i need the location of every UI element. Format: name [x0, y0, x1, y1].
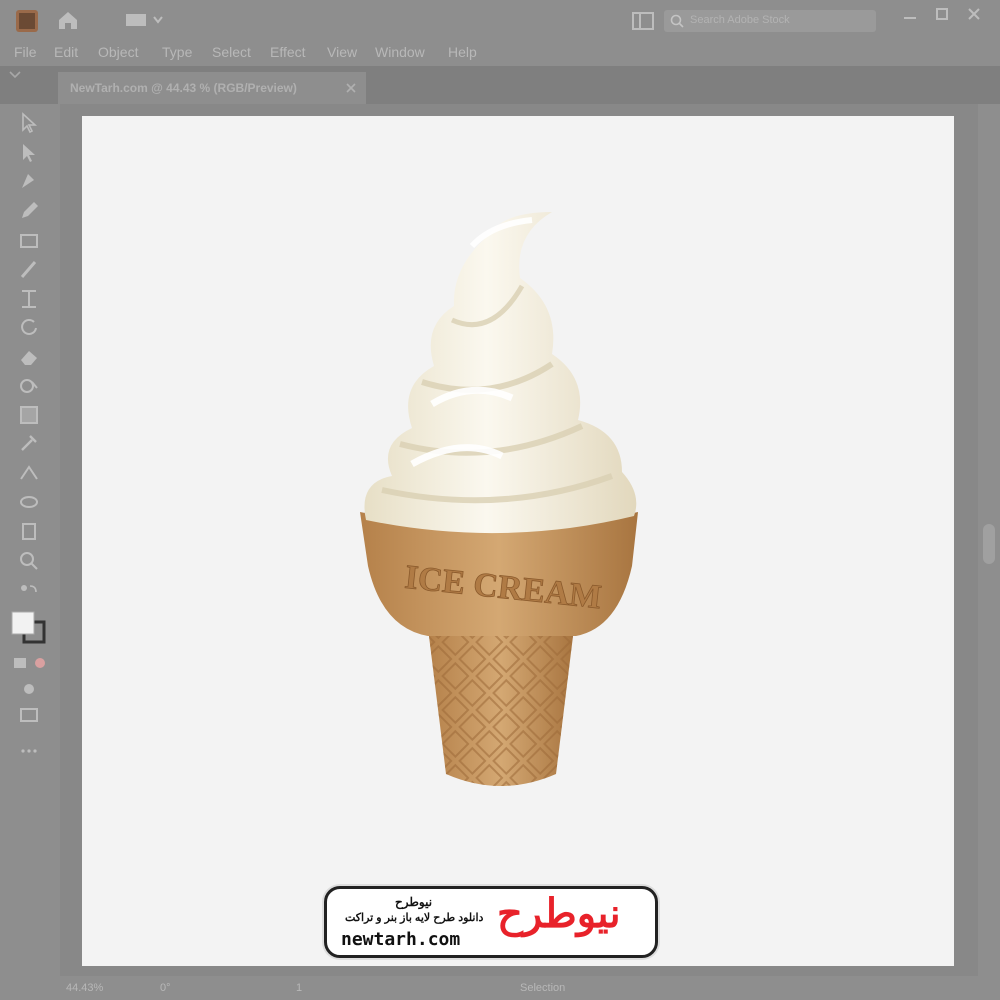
- watermark-brand: نیوطرح: [395, 895, 433, 909]
- app-logo-icon[interactable]: [16, 10, 38, 32]
- pen-tool-icon[interactable]: [18, 170, 40, 192]
- zoom-level[interactable]: 44.43%: [66, 982, 103, 994]
- rotate-tool-icon[interactable]: [18, 316, 40, 338]
- width-tool-icon[interactable]: [18, 288, 40, 310]
- menu-window[interactable]: Window: [375, 44, 425, 60]
- menu-file[interactable]: File: [14, 44, 37, 60]
- menu-help[interactable]: Help: [448, 44, 477, 60]
- menu-view[interactable]: View: [327, 44, 357, 60]
- menu-select[interactable]: Select: [212, 44, 251, 60]
- fill-stroke-swatches[interactable]: [10, 610, 50, 646]
- watermark-tagline: دانلود طرح لایه باز بنر و تراکت: [345, 912, 484, 924]
- document-tab-title: NewTarh.com @ 44.43 % (RGB/Preview): [70, 81, 297, 95]
- ice-cream-illustration: ICE CREAM: [360, 212, 638, 786]
- color-mode-icon[interactable]: [12, 652, 48, 674]
- pencil-tool-icon[interactable]: [18, 200, 40, 222]
- menu-object[interactable]: Object: [98, 44, 138, 60]
- eyedropper-tool-icon[interactable]: [18, 432, 40, 454]
- current-tool: Selection: [520, 982, 566, 994]
- collapse-panel-icon[interactable]: [8, 70, 22, 80]
- search-box[interactable]: Search Adobe Stock: [664, 10, 876, 32]
- watermark-url: newtarh.com: [341, 929, 461, 950]
- gradient-tool-icon[interactable]: [18, 404, 40, 426]
- menu-type[interactable]: Type: [162, 44, 192, 60]
- artboard[interactable]: ICE CREAM: [82, 116, 954, 966]
- screen-mode-icon[interactable]: [18, 704, 40, 726]
- menu-edit[interactable]: Edit: [54, 44, 78, 60]
- watermark-badge: نیوطرح دانلود طرح لایه باز بنر و تراکت n…: [324, 886, 658, 958]
- menu-bar: File Edit Object Type Select Effect View…: [0, 40, 1000, 66]
- search-placeholder: Search Adobe Stock: [690, 14, 790, 26]
- zoom-tool-icon[interactable]: [18, 550, 40, 572]
- eraser-tool-icon[interactable]: [18, 346, 40, 368]
- menu-effect[interactable]: Effect: [270, 44, 306, 60]
- direct-selection-tool-icon[interactable]: [18, 142, 40, 164]
- app-bar: Search Adobe Stock: [0, 0, 1000, 40]
- tools-panel: [0, 104, 60, 976]
- restore-icon[interactable]: [934, 6, 950, 22]
- close-icon[interactable]: [966, 6, 982, 22]
- workspace-switcher-icon[interactable]: [126, 12, 166, 28]
- tab-close-icon[interactable]: [346, 83, 356, 93]
- rectangle-tool-icon[interactable]: [18, 230, 40, 252]
- document-tabs: NewTarh.com @ 44.43 % (RGB/Preview): [0, 66, 1000, 104]
- artboard-number[interactable]: 1: [296, 982, 302, 994]
- scroll-thumb[interactable]: [983, 524, 995, 564]
- artboard-tool-icon[interactable]: [18, 520, 40, 542]
- watermark-logo: نیوطرح: [497, 892, 622, 936]
- document-tab[interactable]: NewTarh.com @ 44.43 % (RGB/Preview): [58, 72, 366, 104]
- rotation-value[interactable]: 0°: [160, 982, 171, 994]
- brush-tool-icon[interactable]: [18, 258, 40, 280]
- arrange-documents-icon[interactable]: [632, 12, 654, 30]
- status-bar: 44.43% 0° 1 Selection: [0, 976, 1000, 1000]
- home-icon[interactable]: [56, 9, 80, 31]
- cream-swirl: [364, 212, 637, 534]
- vertical-scrollbar[interactable]: [978, 104, 1000, 976]
- more-tools-icon[interactable]: [18, 740, 40, 762]
- shape-builder-tool-icon[interactable]: [18, 374, 40, 396]
- minimize-icon[interactable]: [902, 10, 918, 26]
- swap-colors-icon[interactable]: [18, 582, 40, 604]
- symbol-sprayer-tool-icon[interactable]: [18, 490, 40, 512]
- selection-tool-icon[interactable]: [18, 112, 40, 134]
- draw-mode-icon[interactable]: [18, 678, 40, 700]
- blend-tool-icon[interactable]: [18, 462, 40, 484]
- search-icon: [670, 14, 684, 28]
